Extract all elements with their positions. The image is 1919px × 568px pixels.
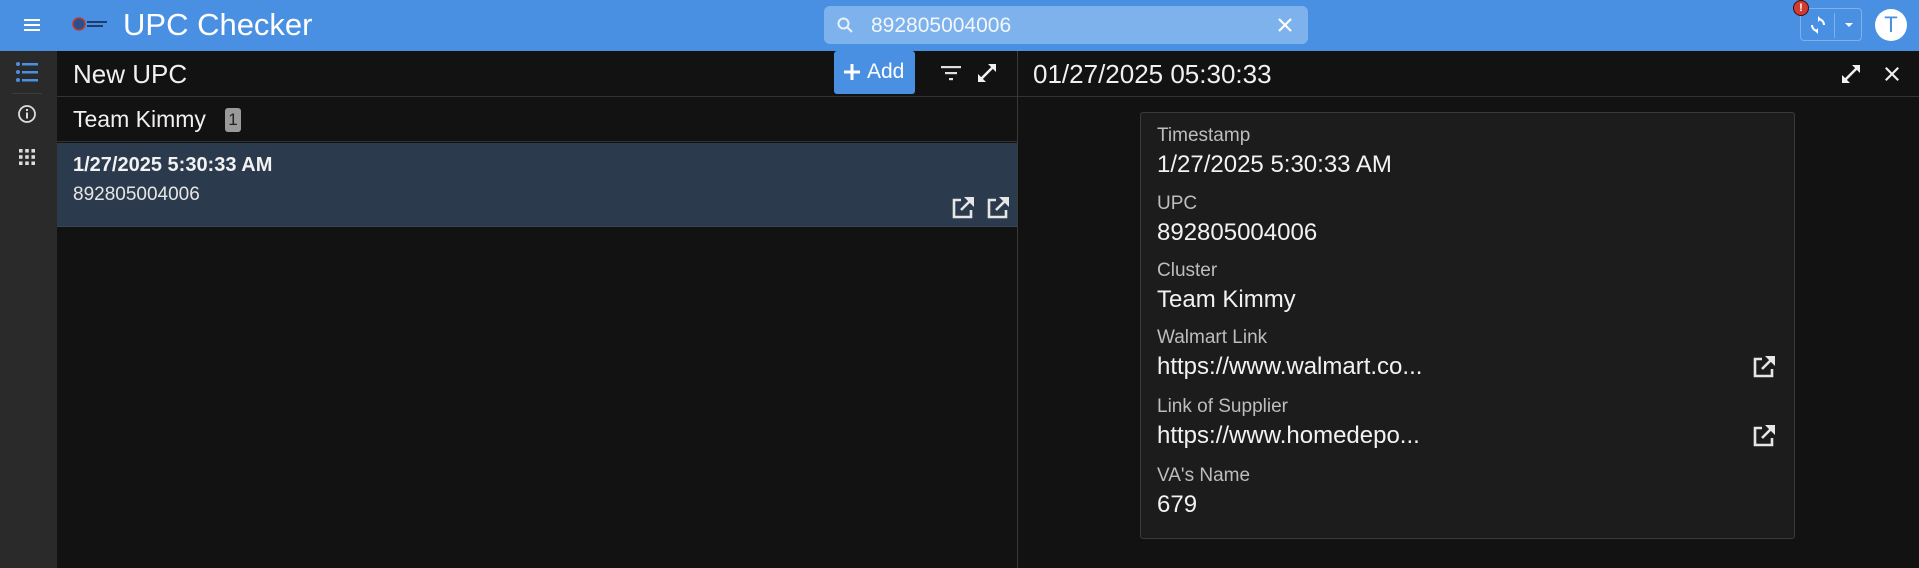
- expand-icon[interactable]: [974, 60, 1000, 86]
- close-icon[interactable]: [1879, 61, 1905, 87]
- app-logo: [72, 16, 110, 32]
- external-link-icon[interactable]: [984, 194, 1012, 222]
- add-button[interactable]: Add: [834, 51, 915, 94]
- field-value-timestamp: 1/27/2025 5:30:33 AM: [1157, 151, 1392, 178]
- info-icon[interactable]: [12, 99, 42, 129]
- top-app-bar: UPC Checker 892805004006 ! T: [0, 0, 1919, 51]
- filter-icon[interactable]: [938, 60, 964, 86]
- close-icon[interactable]: [1276, 16, 1294, 34]
- sync-split-button[interactable]: [1800, 8, 1862, 41]
- sync-icon[interactable]: [1809, 16, 1827, 34]
- app-title: UPC Checker: [123, 7, 313, 42]
- field-value-supplier-link[interactable]: https://www.homedepo...: [1157, 422, 1420, 450]
- detail-panel: 01/27/2025 05:30:33 Timestamp 1/27/2025 …: [1018, 51, 1919, 568]
- field-value-upc: 892805004006: [1157, 219, 1318, 246]
- field-label-timestamp: Timestamp: [1157, 125, 1251, 146]
- count-badge: 1: [225, 108, 241, 132]
- list-icon[interactable]: [12, 57, 42, 87]
- record-upc: 892805004006: [73, 184, 200, 205]
- field-value-cluster: Team Kimmy: [1157, 286, 1296, 313]
- field-label-va-name: VA's Name: [1157, 465, 1251, 486]
- divider: [12, 93, 42, 94]
- menu-icon[interactable]: [20, 14, 44, 36]
- plus-icon: [844, 64, 860, 80]
- apps-grid-icon[interactable]: [12, 142, 42, 172]
- detail-card: Timestamp 1/27/2025 5:30:33 AM UPC 89280…: [1140, 112, 1795, 539]
- field-label-supplier-link: Link of Supplier: [1157, 396, 1288, 417]
- group-label: Team Kimmy: [73, 106, 206, 132]
- add-button-label: Add: [867, 60, 905, 83]
- search-icon: [837, 17, 853, 33]
- chevron-down-icon[interactable]: [1843, 21, 1855, 29]
- list-panel: New UPC Add Team Kimmy 1 1/27/2025 5:30:…: [57, 51, 1017, 568]
- list-item[interactable]: 1/27/2025 5:30:33 AM 892805004006: [57, 143, 1017, 227]
- divider: [1834, 13, 1835, 38]
- detail-panel-header: 01/27/2025 05:30:33: [1018, 51, 1919, 97]
- field-label-upc: UPC: [1157, 193, 1198, 214]
- alert-badge: !: [1793, 0, 1809, 16]
- search-box[interactable]: 892805004006: [824, 6, 1308, 44]
- external-link-icon[interactable]: [949, 194, 977, 222]
- field-label-cluster: Cluster: [1157, 260, 1218, 281]
- record-timestamp: 1/27/2025 5:30:33 AM: [73, 154, 273, 176]
- field-label-walmart-link: Walmart Link: [1157, 327, 1268, 348]
- external-link-icon[interactable]: [1750, 353, 1778, 381]
- avatar[interactable]: T: [1875, 9, 1907, 41]
- nav-rail: [0, 51, 57, 568]
- external-link-icon[interactable]: [1750, 422, 1778, 450]
- expand-icon[interactable]: [1838, 61, 1864, 87]
- group-header[interactable]: Team Kimmy 1: [57, 97, 1017, 142]
- field-value-walmart-link[interactable]: https://www.walmart.co...: [1157, 353, 1422, 381]
- search-input[interactable]: 892805004006: [871, 14, 1011, 38]
- list-panel-header: New UPC Add: [57, 51, 1017, 97]
- detail-title: 01/27/2025 05:30:33: [1033, 59, 1272, 89]
- field-value-va-name: 679: [1157, 491, 1198, 518]
- panel-title: New UPC: [73, 59, 188, 89]
